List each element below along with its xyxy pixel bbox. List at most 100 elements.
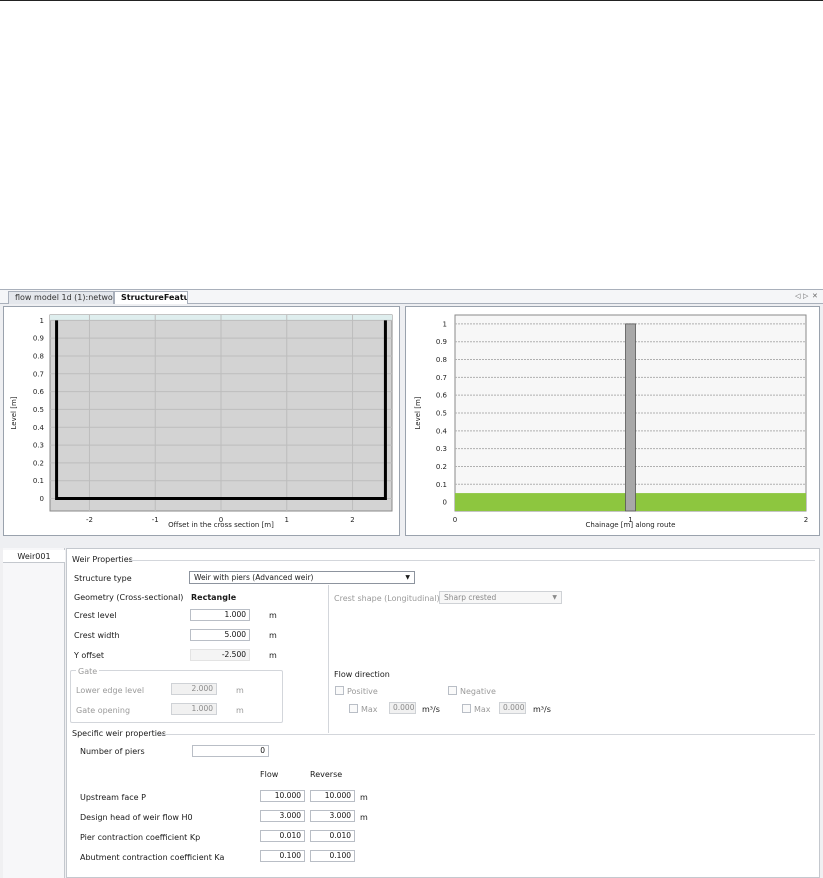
y-tick-label: 1 — [40, 317, 44, 325]
design-head-flow-input[interactable]: 3.000 — [260, 810, 305, 822]
longitudinal-chart-panel: 0 0.1 0.2 0.3 0.4 0.5 0.6 0.7 0.8 0.9 1 0 1 2 Chainage… — [405, 306, 820, 536]
y-tick-label: 0 — [40, 495, 44, 503]
number-of-piers-input[interactable]: 0 — [192, 745, 269, 757]
y-tick-label: 0.4 — [436, 427, 448, 435]
max-negative-input[interactable]: 0.000 — [499, 702, 526, 714]
tab-network[interactable]: flow model 1d (1):network — [8, 291, 114, 304]
document-tab-strip: flow model 1d (1):network StructureFeatu… — [0, 290, 823, 304]
geometry-value: Rectangle — [191, 593, 237, 602]
x-tick-label: 1 — [285, 516, 289, 524]
crest-shape-value: Sharp crested — [444, 593, 497, 602]
y-tick-label: 0.5 — [33, 406, 44, 414]
y-axis-label: Level [m] — [414, 396, 422, 429]
y-tick-label: 0.1 — [33, 477, 44, 485]
reverse-column-header: Reverse — [310, 770, 343, 779]
close-tab-icon[interactable]: ✕ — [812, 292, 818, 300]
lower-edge-label: Lower edge level — [76, 686, 145, 695]
weir-properties-divider — [129, 560, 815, 561]
cross-section-chart-panel: -2 -1 0 1 2 0 0.1 0.2 0.3 0.4 0.5 0.6 0.7 0.8 0.9 1 Offs… — [3, 306, 400, 536]
y-tick-label: 0.6 — [33, 388, 45, 396]
y-offset-unit: m — [269, 651, 277, 660]
y-tick-label: 0.8 — [33, 352, 44, 360]
weir-properties-form: Weir Properties Structure type Weir with… — [66, 548, 820, 878]
y-axis-label: Level [m] — [10, 396, 18, 429]
pier-contraction-label: Pier contraction coefficient Kp — [80, 833, 201, 842]
crest-shape-select[interactable]: Sharp crested ▼ — [439, 591, 562, 604]
crest-level-unit: m — [269, 611, 277, 620]
y-tick-label: 0.9 — [33, 335, 44, 343]
gate-title: Gate — [76, 667, 100, 676]
flow-direction-title: Flow direction — [334, 670, 390, 679]
dropdown-arrow-icon: ▼ — [405, 574, 410, 581]
specific-properties-title: Specific weir properties — [72, 729, 167, 738]
y-tick-label: 0.7 — [436, 374, 447, 382]
positive-label: Positive — [347, 687, 378, 696]
geometry-label: Geometry (Cross-sectional) — [74, 593, 184, 602]
max-positive-label: Max — [361, 705, 378, 714]
lower-edge-input[interactable]: 2.000 — [171, 683, 217, 695]
number-of-piers-label: Number of piers — [80, 747, 145, 756]
gate-group — [70, 670, 283, 723]
abutment-contraction-reverse-input[interactable]: 0.100 — [310, 850, 355, 862]
structure-list: Weir001 — [3, 548, 65, 878]
x-axis-label: Chainage [m] along route — [586, 521, 676, 529]
y-tick-label: 1 — [443, 320, 447, 328]
max-positive-input[interactable]: 0.000 — [389, 702, 416, 714]
structure-type-select[interactable]: Weir with piers (Advanced weir) ▼ — [189, 571, 415, 584]
scroll-right-icon[interactable]: ▷ — [803, 292, 808, 300]
negative-checkbox[interactable] — [448, 686, 457, 695]
y-tick-label: 0.5 — [436, 410, 447, 418]
abutment-contraction-flow-input[interactable]: 0.100 — [260, 850, 305, 862]
crest-width-input[interactable]: 5.000 — [190, 629, 250, 641]
x-tick-label: 2 — [350, 516, 354, 524]
tab-structure-feature[interactable]: StructureFeature — [114, 291, 188, 304]
y-tick-label: 0.2 — [436, 463, 447, 471]
y-tick-label: 0 — [443, 499, 447, 507]
x-axis-label: Offset in the cross section [m] — [168, 521, 274, 529]
lower-edge-unit: m — [236, 686, 244, 695]
y-tick-label: 0.3 — [33, 442, 44, 450]
dropdown-arrow-icon: ▼ — [552, 594, 557, 601]
crest-level-input[interactable]: 1.000 — [190, 609, 250, 621]
x-tick-label: -1 — [152, 516, 159, 524]
pier-contraction-reverse-input[interactable]: 0.010 — [310, 830, 355, 842]
y-tick-label: 0.7 — [33, 370, 44, 378]
y-tick-label: 0.9 — [436, 338, 447, 346]
structure-type-value: Weir with piers (Advanced weir) — [194, 573, 314, 582]
upstream-face-reverse-input[interactable]: 10.000 — [310, 790, 355, 802]
abutment-contraction-label: Abutment contraction coefficient Ka — [80, 853, 225, 862]
pier-contraction-flow-input[interactable]: 0.010 — [260, 830, 305, 842]
scroll-left-icon[interactable]: ◁ — [795, 292, 800, 300]
y-tick-label: 0.2 — [33, 459, 44, 467]
positive-checkbox[interactable] — [335, 686, 344, 695]
max-negative-checkbox[interactable] — [462, 704, 471, 713]
y-offset-input[interactable]: -2.500 — [190, 649, 250, 661]
max-positive-unit: m³/s — [422, 705, 440, 714]
properties-area: Weir001 Weir Properties Structure type W… — [0, 548, 823, 878]
max-positive-checkbox[interactable] — [349, 704, 358, 713]
gate-opening-unit: m — [236, 706, 244, 715]
crest-width-label: Crest width — [74, 631, 120, 640]
longitudinal-chart: 00.10.20.30.40.50.60.70.80.910 1 2Chainage… — [414, 314, 808, 529]
design-head-reverse-input[interactable]: 3.000 — [310, 810, 355, 822]
crest-level-label: Crest level — [74, 611, 117, 620]
y-tick-label: 0.3 — [436, 445, 447, 453]
crest-shape-label: Crest shape (Longitudinal) — [334, 594, 440, 603]
top-border-line — [0, 0, 823, 1]
weir-bar — [625, 323, 636, 512]
gate-opening-label: Gate opening — [76, 706, 131, 715]
weir-properties-title: Weir Properties — [72, 555, 133, 564]
upstream-face-flow-input[interactable]: 10.000 — [260, 790, 305, 802]
negative-label: Negative — [460, 687, 496, 696]
specific-properties-divider — [159, 734, 815, 735]
structure-editor-window: flow model 1d (1):network StructureFeatu… — [0, 289, 823, 878]
upstream-face-label: Upstream face P — [80, 793, 146, 802]
structure-type-label: Structure type — [74, 574, 132, 583]
x-tick-label: -2 — [86, 516, 93, 524]
max-negative-label: Max — [474, 705, 491, 714]
list-item-weir[interactable]: Weir001 — [3, 550, 65, 563]
gate-opening-input[interactable]: 1.000 — [171, 703, 217, 715]
y-tick-label: 0.6 — [436, 392, 448, 400]
y-offset-label: Y offset — [74, 651, 105, 660]
column-divider — [328, 585, 329, 733]
